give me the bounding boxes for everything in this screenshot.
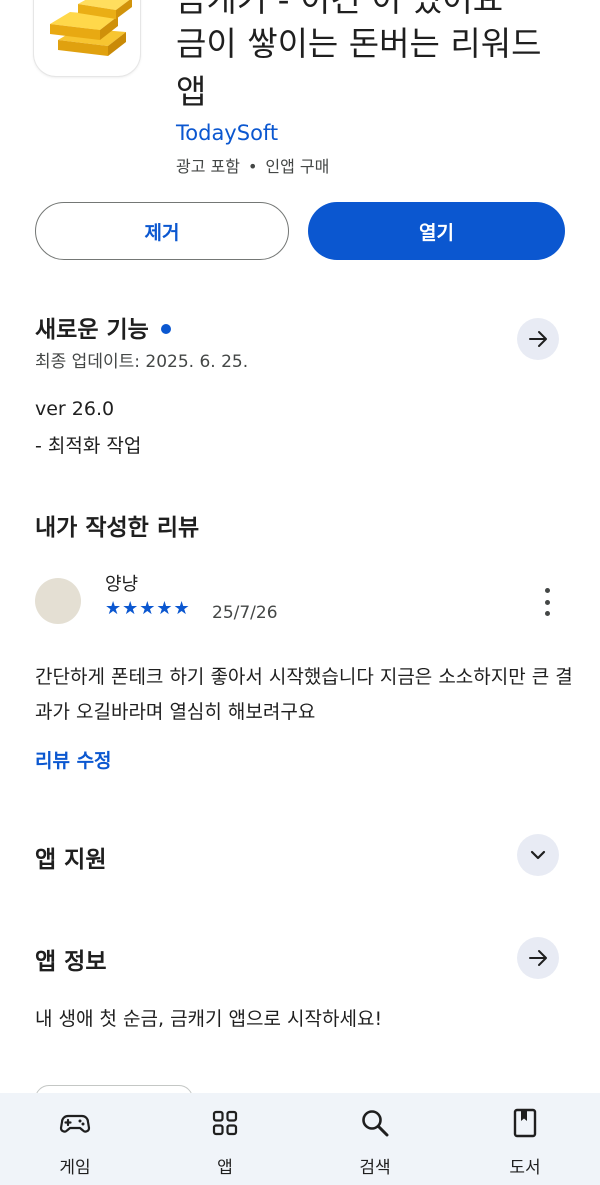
app-icon	[34, 0, 140, 76]
last-updated: 최종 업데이트: 2025. 6. 25.	[35, 352, 249, 372]
app-meta: 광고 포함 • 인앱 구매	[176, 153, 329, 177]
star-rating: ★★★★★	[105, 598, 191, 619]
app-info-arrow-button[interactable]	[517, 937, 559, 979]
nav-item-apps[interactable]: 앱	[150, 1093, 300, 1185]
reviewer-name: 양냥	[105, 574, 139, 595]
update-note: - 최적화 작업	[35, 435, 142, 457]
gold-bars-icon	[50, 0, 132, 56]
app-support-expand-button[interactable]	[517, 834, 559, 876]
arrow-right-icon	[529, 331, 547, 347]
more-vert-icon	[544, 588, 550, 593]
whats-new-arrow-button[interactable]	[517, 318, 559, 360]
review-text: 간단하게 폰테크 하기 좋아서 시작했습니다 지금은 소소하지만 큰 결과가 오…	[35, 666, 573, 723]
app-info-title[interactable]: 앱 정보	[35, 942, 107, 976]
app-support-title[interactable]: 앱 지원	[35, 840, 107, 874]
version-text: ver 26.0	[35, 398, 115, 420]
meta-separator: •	[247, 157, 258, 176]
book-icon	[513, 1108, 537, 1138]
app-title-line2: 금이 쌓이는 돈버는 리워드	[176, 24, 542, 63]
nav-label-apps: 앱	[217, 1158, 233, 1178]
nav-item-books[interactable]: 도서	[450, 1093, 600, 1185]
nav-item-search[interactable]: 검색	[300, 1093, 450, 1185]
apps-grid-icon	[212, 1110, 238, 1136]
more-options-button[interactable]	[537, 588, 557, 616]
nav-label-books: 도서	[509, 1158, 541, 1178]
arrow-right-icon	[529, 950, 547, 966]
edit-review-link[interactable]: 리뷰 수정	[35, 746, 112, 773]
app-description: 내 생애 첫 순금, 금캐기 앱으로 시작하세요!	[35, 1008, 383, 1030]
app-title-line1: 금캐기 - 이건 이 있어요	[176, 0, 503, 22]
search-icon	[362, 1110, 389, 1137]
whats-new-header[interactable]: 새로운 기능	[35, 310, 171, 344]
gamepad-icon	[59, 1114, 91, 1133]
developer-link[interactable]: TodaySoft	[176, 121, 278, 145]
my-review-title: 내가 작성한 리뷰	[35, 515, 200, 541]
open-button[interactable]: 열기	[308, 202, 565, 260]
nav-label-search: 검색	[359, 1158, 391, 1178]
app-title-line3: 앱	[176, 72, 207, 111]
new-indicator-dot	[160, 323, 171, 334]
whats-new-title: 새로운 기능	[35, 317, 149, 343]
meta-ads: 광고 포함	[176, 157, 240, 176]
avatar	[35, 578, 81, 624]
review-date: 25/7/26	[212, 603, 278, 623]
meta-iap: 인앱 구매	[265, 157, 330, 176]
chevron-down-icon	[530, 850, 546, 860]
bottom-navigation: 게임 앱 검색 도서	[0, 1093, 600, 1185]
nav-label-games: 게임	[59, 1158, 91, 1178]
remove-button[interactable]: 제거	[35, 202, 289, 260]
nav-item-games[interactable]: 게임	[0, 1093, 150, 1185]
